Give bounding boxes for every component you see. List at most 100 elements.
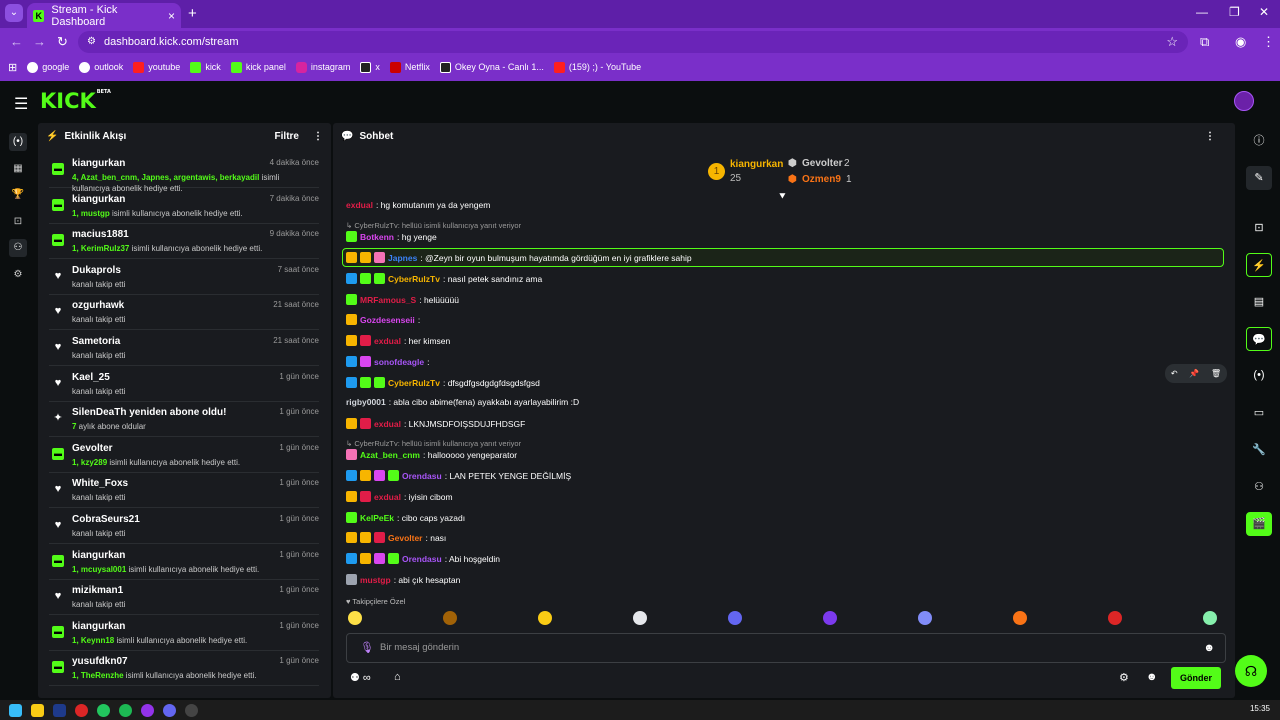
- feed-item-username[interactable]: kiangurkan: [72, 194, 125, 205]
- emote-icon[interactable]: [1013, 611, 1027, 625]
- feed-item-username[interactable]: SilenDeaTh yeniden abone oldu!: [72, 407, 226, 418]
- close-tab-icon[interactable]: ×: [168, 9, 175, 23]
- new-tab-button[interactable]: +: [188, 5, 197, 22]
- top-gifter-1-name[interactable]: kiangurkan: [730, 159, 783, 170]
- feed-item[interactable]: ▬ kiangurkan 7 dakika önce 1, mustgp isimli…: [49, 191, 319, 224]
- feed-item-username[interactable]: Dukaprols: [72, 265, 121, 276]
- browser-tab[interactable]: K Stream - Kick Dashboard ×: [27, 3, 181, 28]
- emote-icon[interactable]: [1203, 611, 1217, 625]
- chat-username[interactable]: CyberRulzTv: [388, 274, 440, 284]
- activity-toggle-icon[interactable]: ⚡: [1246, 253, 1272, 277]
- apps-icon[interactable]: ⊞: [8, 61, 17, 74]
- feed-item[interactable]: ✦ SilenDeaTh yeniden abone oldu! 1 gün önc…: [49, 404, 319, 438]
- bookmark-item[interactable]: kick panel: [230, 61, 286, 73]
- chat-message[interactable]: rigby0001: abla cibo abime(fena) ayakkab…: [346, 397, 579, 407]
- feed-item-username[interactable]: kiangurkan: [72, 158, 125, 169]
- chat-message[interactable]: sonofdeagle:: [346, 356, 429, 367]
- dashboard-nav-icon[interactable]: ▦: [9, 160, 27, 178]
- feed-item[interactable]: ▬ Gevolter 1 gün önce 1, kzy289 isimli kull…: [49, 440, 319, 473]
- chat-username[interactable]: Gozdesenseii: [360, 315, 415, 325]
- bookmark-item[interactable]: Netflix: [389, 61, 430, 73]
- chat-username[interactable]: Orendasu: [402, 471, 442, 481]
- feed-item-username[interactable]: Sametoria: [72, 336, 120, 347]
- top-gifter-3-name[interactable]: Ozmen9: [802, 174, 841, 185]
- chat-message[interactable]: mustgp: abi çık hesaptan: [346, 574, 460, 585]
- feed-item[interactable]: ♥ Kael_25 1 gün önce kanalı takip etti: [49, 369, 319, 402]
- send-button[interactable]: Gönder: [1171, 667, 1221, 689]
- chat-input[interactable]: 🎙 Bir mesaj gönderin ☻: [346, 633, 1226, 663]
- back-icon[interactable]: ←: [10, 34, 23, 49]
- chat-username[interactable]: Botkenn: [360, 232, 394, 242]
- profile-icon[interactable]: ◉: [1235, 34, 1246, 50]
- bookmark-item[interactable]: x: [360, 61, 380, 73]
- feed-item-username[interactable]: yusufdkn07: [72, 656, 128, 667]
- feed-item[interactable]: ♥ Sametoria 21 saat önce kanalı takip etti: [49, 333, 319, 366]
- active-chrome-icon[interactable]: [141, 703, 154, 717]
- chat-toggle-icon[interactable]: 💬: [1246, 327, 1272, 351]
- chat-message[interactable]: exdual: iyisin cibom: [346, 491, 453, 502]
- emote-icon[interactable]: [443, 611, 457, 625]
- feed-item[interactable]: ♥ CobraSeurs21 1 gün önce kanalı takip etti: [49, 511, 319, 544]
- feed-item[interactable]: ▬ yusufdkn07 1 gün önce 1, TheRenzhe isimli…: [49, 653, 319, 687]
- feed-item-username[interactable]: kiangurkan: [72, 621, 125, 632]
- chat-message[interactable]: KelPeEk: cibo caps yazadı: [346, 512, 465, 523]
- broadcast-icon[interactable]: (•): [1246, 363, 1272, 387]
- stream-nav-icon[interactable]: (•): [9, 133, 27, 151]
- chat-username[interactable]: MRFamous_S: [360, 295, 416, 305]
- pin-icon[interactable]: 📌: [1189, 369, 1199, 378]
- site-info-icon[interactable]: ⚙: [87, 31, 96, 53]
- edit-icon[interactable]: ✎: [1246, 166, 1272, 190]
- bookmark-item[interactable]: instagram: [295, 61, 350, 73]
- chat-username[interactable]: exdual: [374, 336, 401, 346]
- bookmark-item[interactable]: youtube: [133, 61, 180, 73]
- feed-item-username[interactable]: macius1881: [72, 229, 129, 240]
- reload-icon[interactable]: ↻: [57, 34, 68, 50]
- help-button[interactable]: ☊: [1235, 655, 1267, 687]
- close-window-icon[interactable]: ✕: [1259, 5, 1269, 19]
- delete-icon[interactable]: 🗑: [1211, 369, 1221, 378]
- tools-icon[interactable]: 🔧: [1246, 438, 1272, 462]
- chat-username[interactable]: rigby0001: [346, 397, 386, 407]
- steam-icon[interactable]: [53, 703, 66, 717]
- address-bar[interactable]: ⚙ dashboard.kick.com/stream ☆: [78, 31, 1188, 53]
- filter-button[interactable]: Filtre: [275, 131, 299, 142]
- moderation-nav-icon[interactable]: ⊡: [9, 213, 27, 231]
- feed-item[interactable]: ▬ kiangurkan 4 dakika önce 4, Azat_ben_cnm,…: [49, 155, 319, 193]
- layout-icon[interactable]: ▭: [1246, 401, 1272, 425]
- spotify-icon[interactable]: [119, 703, 132, 717]
- chat-username[interactable]: exdual: [346, 200, 373, 210]
- discord-icon[interactable]: [163, 703, 176, 717]
- chat-username[interactable]: Gevolter: [388, 533, 423, 543]
- chat-message[interactable]: CyberRulzTv: nasıl petek sandınız ama: [346, 273, 542, 284]
- feed-item-username[interactable]: CobraSeurs21: [72, 514, 140, 525]
- chat-settings-icon[interactable]: ⚙: [1119, 671, 1129, 684]
- feed-item[interactable]: ▬ kiangurkan 1 gün önce 1, Keynn18 isimli k…: [49, 618, 319, 651]
- emote-icon[interactable]: [633, 611, 647, 625]
- feed-item[interactable]: ▬ macius1881 9 dakika önce 1, KerimRulz37 i…: [49, 226, 319, 260]
- chat-message[interactable]: Japnes: @Zeyn bir oyun bulmuşum hayatımd…: [346, 252, 692, 263]
- forward-icon[interactable]: →: [33, 34, 46, 49]
- community-nav-icon[interactable]: ⚇: [9, 239, 27, 257]
- file-explorer-icon[interactable]: [31, 703, 44, 717]
- chat-points-icon[interactable]: ⚉ ∞: [350, 671, 371, 684]
- notes-icon[interactable]: ▤: [1246, 290, 1272, 314]
- feed-item-username[interactable]: ozgurhawk: [72, 300, 124, 311]
- chat-username[interactable]: exdual: [374, 492, 401, 502]
- chat-username[interactable]: CyberRulzTv: [388, 378, 440, 388]
- extensions-icon[interactable]: ⧉: [1200, 34, 1209, 50]
- feed-item[interactable]: ♥ mizikman1 1 gün önce kanalı takip etti: [49, 582, 319, 616]
- clips-icon[interactable]: 🎬: [1246, 512, 1272, 536]
- chat-username[interactable]: KelPeEk: [360, 513, 394, 523]
- chat-username[interactable]: Azat_ben_cnm: [360, 450, 420, 460]
- menu-icon[interactable]: ☰: [14, 94, 28, 114]
- emoji-icon[interactable]: ☻: [1203, 634, 1215, 662]
- browser-menu-icon[interactable]: ⋮: [1262, 34, 1275, 50]
- collapse-gifters-icon[interactable]: ⯆: [778, 191, 787, 204]
- chat-emote-picker-icon[interactable]: ☻: [1146, 671, 1158, 683]
- info-icon[interactable]: ⓘ: [1246, 129, 1272, 153]
- chat-username[interactable]: exdual: [374, 419, 401, 429]
- chat-options-icon[interactable]: ⋮: [1205, 131, 1215, 142]
- avatar[interactable]: [1234, 91, 1254, 111]
- minimize-icon[interactable]: —: [1196, 5, 1208, 19]
- system-clock[interactable]: 15:35: [1250, 704, 1270, 713]
